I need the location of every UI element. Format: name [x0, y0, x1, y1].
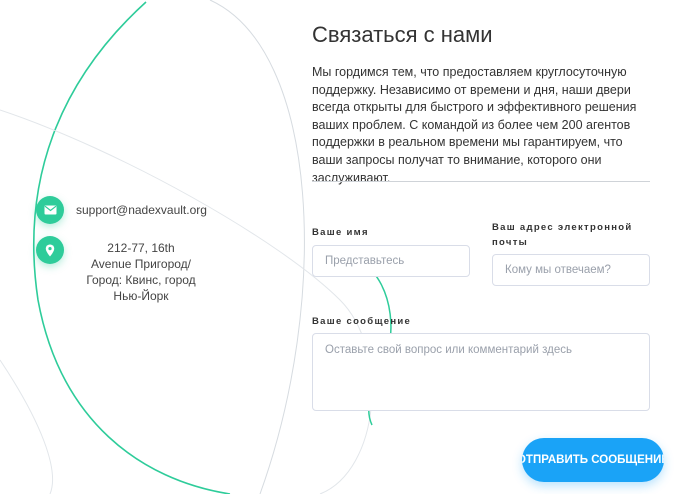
- contact-address-text: 212-77, 16th Avenue Пригород/Город: Квин…: [86, 241, 196, 303]
- envelope-icon: [36, 196, 64, 224]
- email-label: Ваш адрес электронной почты: [492, 222, 633, 248]
- contact-address: 212-77, 16th Avenue Пригород/Город: Квин…: [36, 236, 196, 304]
- name-input[interactable]: [312, 245, 470, 277]
- page-title: Связаться с нами: [312, 22, 493, 47]
- name-label: Ваше имя: [312, 227, 369, 238]
- contact-email-text[interactable]: support@nadexvault.org: [76, 196, 207, 224]
- send-message-button[interactable]: Отправить сообщение: [522, 438, 664, 482]
- email-input[interactable]: [492, 254, 650, 286]
- intro-text: Мы гордимся тем, что предоставляем кругл…: [312, 65, 637, 185]
- map-pin-icon: [36, 236, 64, 264]
- contact-email: support@nadexvault.org: [36, 196, 207, 224]
- message-textarea[interactable]: [312, 333, 650, 411]
- message-label: Ваше сообщение: [312, 316, 412, 327]
- divider: [312, 181, 650, 182]
